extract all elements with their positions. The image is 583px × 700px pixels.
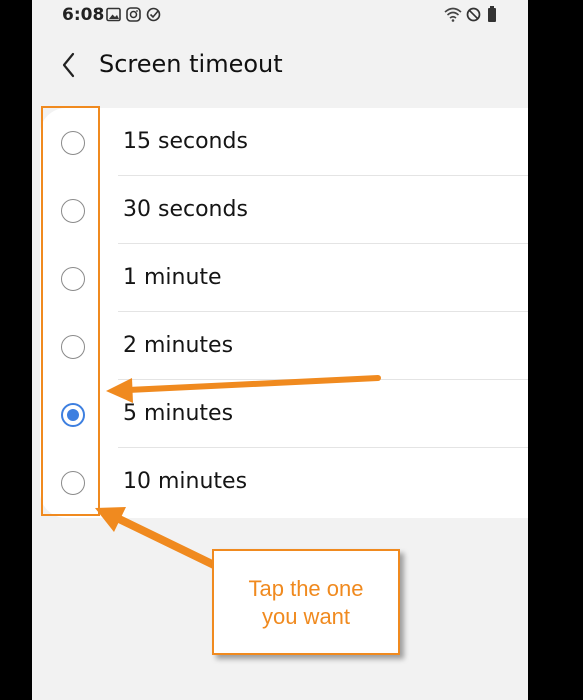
instagram-icon: [126, 7, 141, 27]
wifi-icon: [444, 7, 462, 27]
gallery-icon: [106, 7, 121, 27]
option-label: 10 minutes: [123, 469, 248, 494]
option-label: 15 seconds: [123, 129, 248, 154]
option-label: 2 minutes: [123, 333, 234, 358]
do-not-disturb-icon: [466, 7, 481, 27]
annotation-highlight-box: [41, 106, 100, 516]
option-label: 30 seconds: [123, 197, 248, 222]
timeout-options-list: 15 seconds 30 seconds 1 minute 2 minutes…: [40, 108, 528, 518]
annotation-callout: Tap the one you want: [212, 549, 400, 655]
option-1-minute[interactable]: 1 minute: [40, 244, 528, 312]
status-time: 6:08: [62, 5, 105, 25]
battery-icon: [487, 6, 497, 28]
option-15-seconds[interactable]: 15 seconds: [40, 108, 528, 176]
option-30-seconds[interactable]: 30 seconds: [40, 176, 528, 244]
option-label: 5 minutes: [123, 401, 234, 426]
callout-text: Tap the one you want: [248, 576, 364, 629]
option-2-minutes[interactable]: 2 minutes: [40, 312, 528, 380]
chevron-left-icon: [62, 52, 75, 78]
option-label: 1 minute: [123, 265, 222, 290]
option-5-minutes[interactable]: 5 minutes: [40, 380, 528, 448]
page-title: Screen timeout: [99, 50, 283, 78]
check-circle-icon: [146, 7, 161, 27]
status-bar: 6:08: [32, 0, 528, 30]
option-10-minutes[interactable]: 10 minutes: [40, 448, 528, 516]
back-button[interactable]: [56, 48, 86, 82]
